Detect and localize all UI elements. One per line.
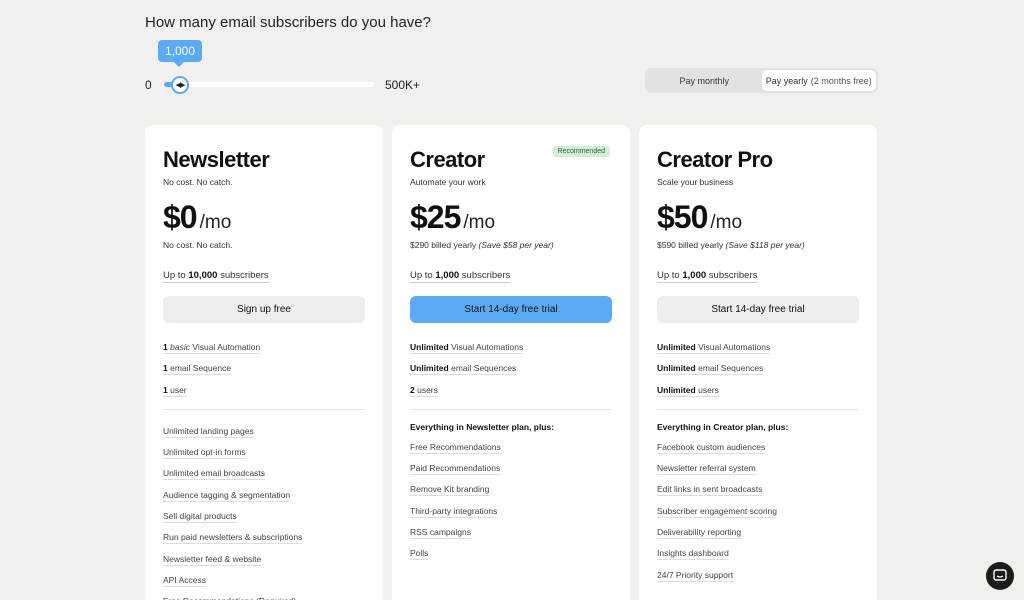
billed-text: $590 billed yearly (Save $118 per year) [657,240,805,250]
chat-icon [993,569,1007,581]
extras-heading: Everything in Newsletter plan, plus: [410,421,555,432]
billed-text: $290 billed yearly (Save $58 per year) [410,240,554,250]
extra-feature-item[interactable]: Subscriber engagement scoring [657,506,778,518]
core-features-list: Unlimited Visual Automations Unlimited em… [410,331,612,397]
subscriber-limit[interactable]: Up to 10,000 subscribers [163,270,269,283]
price-period: /mo [199,212,232,233]
extras-heading: Everything in Creator plan, plus: [657,421,789,432]
divider [410,408,612,410]
pay-monthly-label: Pay monthly [679,75,730,86]
plan-card-creator-pro: Creator Pro Scale your business $50/mo $590… [639,125,877,600]
extra-feature-item[interactable]: Free Recommendations (Required) [163,596,296,600]
core-features-list: 1 basic Visual Automation 1 email Sequenc… [163,331,365,397]
plan-price: $50 [657,199,708,235]
plan-cta-button[interactable]: Start 14-day free trial [410,296,612,323]
pay-yearly-option[interactable]: Pay yearly (2 months free) [761,70,876,91]
slider-max-label: 500K+ [385,78,421,92]
plan-card-newsletter: Newsletter No cost. No catch. $0/mo No cost… [145,125,383,600]
core-features-list: Unlimited Visual Automations Unlimited em… [657,331,859,397]
price-period: /mo [463,212,496,233]
pay-monthly-option[interactable]: Pay monthly [647,70,762,91]
subscriber-limit[interactable]: Up to 1,000 subscribers [657,270,758,283]
extra-feature-item[interactable]: Deliverability reporting [657,527,742,540]
extra-feature-item[interactable]: Free Recommendations [410,442,501,454]
extra-feature-item[interactable]: RSS campaigns [410,527,471,540]
core-feature-item[interactable]: 2 users [410,385,438,397]
plan-price: $25 [410,199,461,235]
extra-feature-item[interactable]: Unlimited opt-in forms [163,447,246,460]
subscriber-slider[interactable]: 1,000 0 ◀▶ 500K+ [145,40,435,100]
plan-cta-button[interactable]: Sign up free [163,296,365,323]
recommended-badge: Recommended [552,146,610,157]
plan-tagline: No cost. No catch. [163,177,233,187]
core-feature-item[interactable]: 1 user [163,385,187,397]
extra-feature-item[interactable]: Facebook custom audiences [657,442,766,454]
extra-feature-item[interactable]: Audience tagging & segmentation [163,490,291,502]
drag-arrows-icon: ◀▶ [175,82,186,89]
pay-yearly-note: (2 months free) [810,75,872,86]
plan-tagline: Scale your business [657,177,734,187]
plan-card-creator: Recommended Creator Automate your work $25/… [392,125,630,600]
core-feature-item[interactable]: Unlimited users [657,385,719,397]
plan-name: Creator Pro [657,147,773,172]
page-question: How many email subscribers do you have? [145,14,431,31]
extra-feature-item[interactable]: 24/7 Priority support [657,570,734,582]
extra-features-list: Facebook custom audiences Newsletter refe… [657,436,859,585]
slider-track[interactable] [164,82,374,87]
extra-feature-item[interactable]: Paid Recommendations [410,463,501,476]
pay-yearly-label: Pay yearly [765,75,808,86]
chat-launcher-button[interactable] [986,562,1014,590]
slider-thumb[interactable]: ◀▶ [171,76,189,94]
price-period: /mo [710,212,743,233]
divider [657,408,859,410]
extra-feature-item[interactable]: Unlimited email broadcasts [163,468,266,481]
divider [163,408,365,410]
plan-tagline: Automate your work [410,177,486,187]
extra-feature-item[interactable]: Newsletter feed & website [163,554,262,566]
subscriber-limit[interactable]: Up to 1,000 subscribers [410,270,511,283]
plan-name: Newsletter [163,147,270,172]
plan-cta-button[interactable]: Start 14-day free trial [657,296,859,323]
slider-value-bubble: 1,000 [158,40,203,67]
extra-features-list: Unlimited landing pages Unlimited opt-in … [163,420,365,600]
extra-feature-item[interactable]: Sell digital products [163,511,237,524]
billing-toggle: Pay monthly Pay yearly (2 months free) [645,68,878,93]
extra-feature-item[interactable]: Polls [410,548,429,561]
extra-feature-item[interactable]: Edit links in sent broadcasts [657,484,763,497]
plan-price: $0 [163,199,198,235]
extra-feature-item[interactable]: Insights dashboard [657,548,729,561]
slider-min-label: 0 [145,78,152,92]
extra-feature-item[interactable]: Unlimited landing pages [163,426,254,438]
extra-feature-item[interactable]: Third-party integrations [410,506,498,518]
extra-feature-item[interactable]: Run paid newsletters & subscriptions [163,532,303,545]
extra-features-list: Free Recommendations Paid Recommendations… [410,436,612,564]
billed-text: No cost. No catch. [163,240,233,250]
extra-feature-item[interactable]: Newsletter referral system [657,463,756,476]
extra-feature-item[interactable]: API Access [163,575,206,587]
extra-feature-item[interactable]: Remove Kit branding [410,484,490,497]
